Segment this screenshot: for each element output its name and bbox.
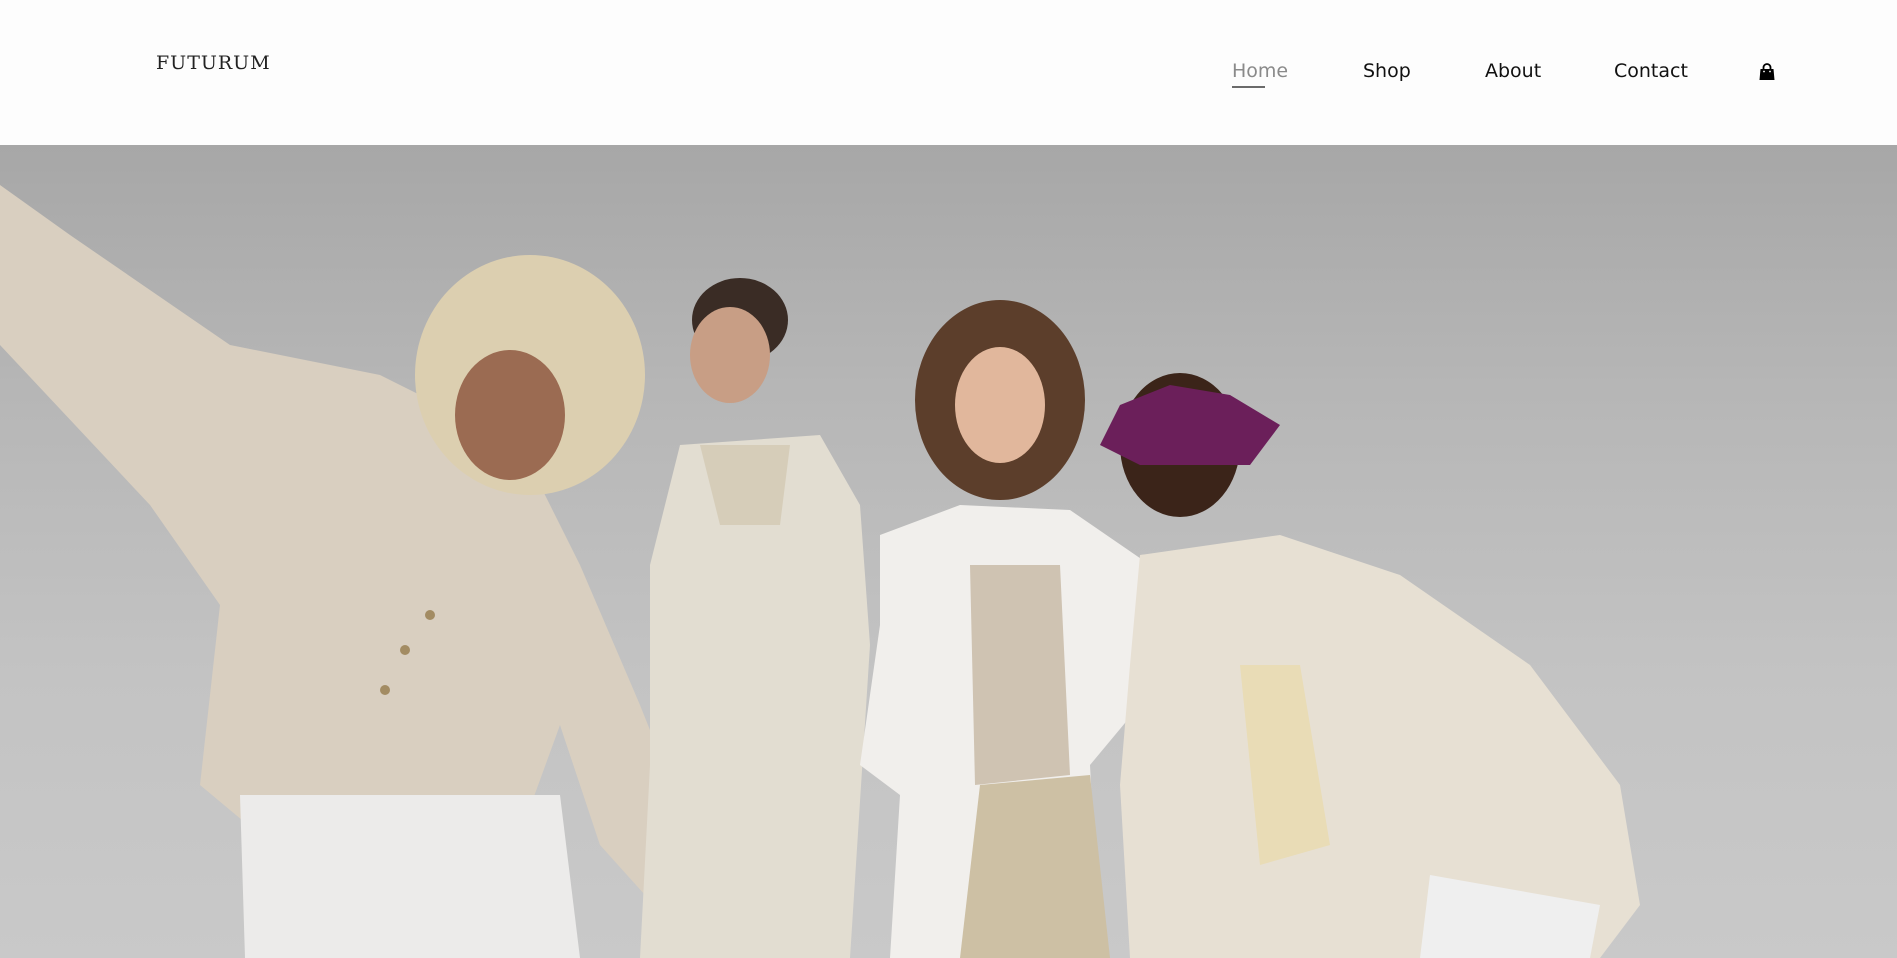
model-1 [0, 185, 720, 958]
model-3 [860, 300, 1150, 958]
nav-link-about[interactable]: About [1485, 60, 1541, 82]
nav-link-contact[interactable]: Contact [1614, 60, 1688, 82]
model-2 [640, 278, 870, 958]
shopping-bag-icon[interactable] [1758, 63, 1776, 81]
hero-image [0, 145, 1897, 958]
model-4 [1100, 373, 1640, 958]
hero-photo [0, 185, 1640, 958]
site-header: FUTURUM Home Shop About Contact [0, 0, 1897, 145]
nav-link-shop[interactable]: Shop [1363, 60, 1411, 82]
nav-link-home[interactable]: Home [1232, 60, 1288, 88]
main-nav: Home Shop About Contact [0, 60, 1897, 90]
